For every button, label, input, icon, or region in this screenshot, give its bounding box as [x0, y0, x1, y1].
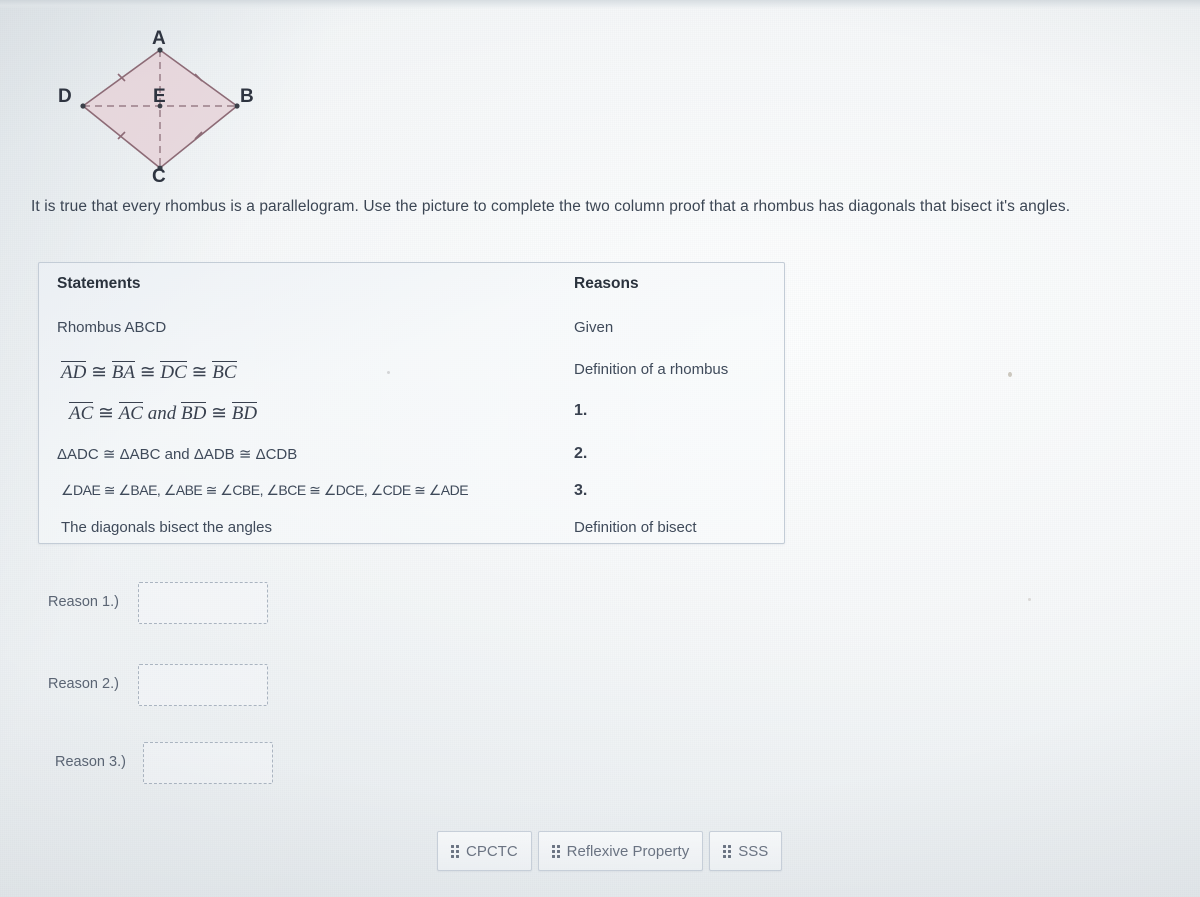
congruence-symbol: ≅: [191, 362, 208, 383]
table-row: Rhombus ABCD Given: [39, 319, 784, 361]
answer-chip-label: SSS: [738, 842, 769, 860]
page-background: A B C D E It is true that every rhombus …: [0, 0, 1200, 897]
segment-ba: BA: [111, 361, 135, 383]
drop-zone-label-2: Reason 2.): [48, 676, 119, 692]
column-header-reasons: Reasons: [574, 275, 639, 292]
drag-handle-icon[interactable]: [723, 844, 732, 858]
screen-top-edge: [0, 0, 1200, 9]
statement-cell: AD ≅ BA ≅ DC ≅ BC: [61, 361, 237, 384]
vertex-label-c: C: [152, 166, 166, 187]
drop-zone-row-2: Reason 2.): [48, 664, 308, 708]
table-row: AC ≅ AC and BD ≅ BD 1.: [39, 402, 784, 444]
rhombus-abcd-diagram: A B C D E: [40, 28, 320, 188]
statement-cell: The diagonals bisect the angles: [61, 519, 272, 536]
answer-chip-tray: CPCTC Reflexive Property SSS: [437, 831, 783, 871]
instruction-text: It is true that every rhombus is a paral…: [31, 198, 1071, 215]
drop-zone-label-3: Reason 3.): [55, 754, 126, 770]
drop-zone-label-1: Reason 1.): [48, 594, 119, 610]
drop-zone-row-1: Reason 1.): [48, 582, 308, 626]
congruence-symbol: ≅: [211, 403, 227, 424]
answer-chip-reflexive-property[interactable]: Reflexive Property: [537, 831, 704, 871]
reason-cell: Definition of bisect: [574, 519, 697, 536]
statement-cell: ΔADC ≅ ΔABC and ΔADB ≅ ΔCDB: [57, 446, 298, 463]
congruence-symbol: ≅: [91, 362, 107, 383]
reason-placeholder-1: 1.: [574, 402, 588, 419]
photo-speck: [1028, 598, 1031, 601]
drop-zone-1[interactable]: [138, 582, 268, 624]
congruence-symbol: ≅: [139, 362, 156, 383]
drag-handle-icon[interactable]: [551, 844, 560, 858]
congruence-symbol: ≅: [98, 403, 114, 424]
segment-bd: BD: [180, 402, 207, 424]
table-row: The diagonals bisect the angles Definiti…: [39, 519, 784, 561]
reason-cell: Definition of a rhombus: [574, 361, 729, 378]
segment-ac: AC: [118, 402, 143, 424]
answer-chip-label: Reflexive Property: [566, 842, 690, 860]
conjunction-and: and: [147, 403, 177, 424]
statement-cell: AC ≅ AC and BD ≅ BD: [69, 402, 258, 425]
statement-cell: ∠DAE ≅ ∠BAE, ∠ABE ≅ ∠CBE, ∠BCE ≅ ∠DCE, ∠…: [61, 482, 469, 498]
segment-ad: AD: [61, 361, 87, 383]
reason-placeholder-2: 2.: [574, 445, 588, 462]
vertex-label-a: A: [152, 28, 166, 49]
reason-placeholder-3: 3.: [574, 482, 588, 499]
reason-cell: Given: [574, 319, 614, 336]
rhombus-svg: [80, 47, 240, 171]
column-header-statements: Statements: [57, 275, 141, 292]
vertex-label-e: E: [153, 86, 166, 107]
table-row: AD ≅ BA ≅ DC ≅ BC Definition of a rhombu…: [39, 361, 784, 403]
vertex-dot-d: [80, 103, 86, 109]
segment-dc: DC: [160, 361, 187, 383]
table-row: ΔADC ≅ ΔABC and ΔADB ≅ ΔCDB 2.: [39, 445, 784, 487]
answer-chip-label: CPCTC: [466, 842, 518, 860]
answer-chip-sss[interactable]: SSS: [709, 831, 783, 871]
two-column-proof-table: Statements Reasons Rhombus ABCD Given AD…: [38, 262, 785, 544]
vertex-label-b: B: [240, 86, 254, 107]
statement-cell: Rhombus ABCD: [57, 319, 167, 336]
table-row: ∠DAE ≅ ∠BAE, ∠ABE ≅ ∠CBE, ∠BCE ≅ ∠DCE, ∠…: [39, 482, 784, 524]
table-header-row: Statements Reasons: [39, 275, 784, 317]
segment-bd: BD: [231, 402, 258, 424]
drop-zone-row-3: Reason 3.): [55, 742, 315, 786]
drop-zone-3[interactable]: [143, 742, 273, 784]
drag-handle-icon[interactable]: [451, 844, 459, 858]
drop-zone-2[interactable]: [138, 664, 268, 706]
answer-chip-cpctc[interactable]: CPCTC: [437, 831, 532, 871]
segment-bc: BC: [212, 361, 237, 383]
vertex-label-d: D: [58, 86, 72, 107]
vertex-dot-b: [234, 103, 240, 109]
photo-speck: [1008, 372, 1012, 377]
segment-ac: AC: [69, 402, 94, 424]
